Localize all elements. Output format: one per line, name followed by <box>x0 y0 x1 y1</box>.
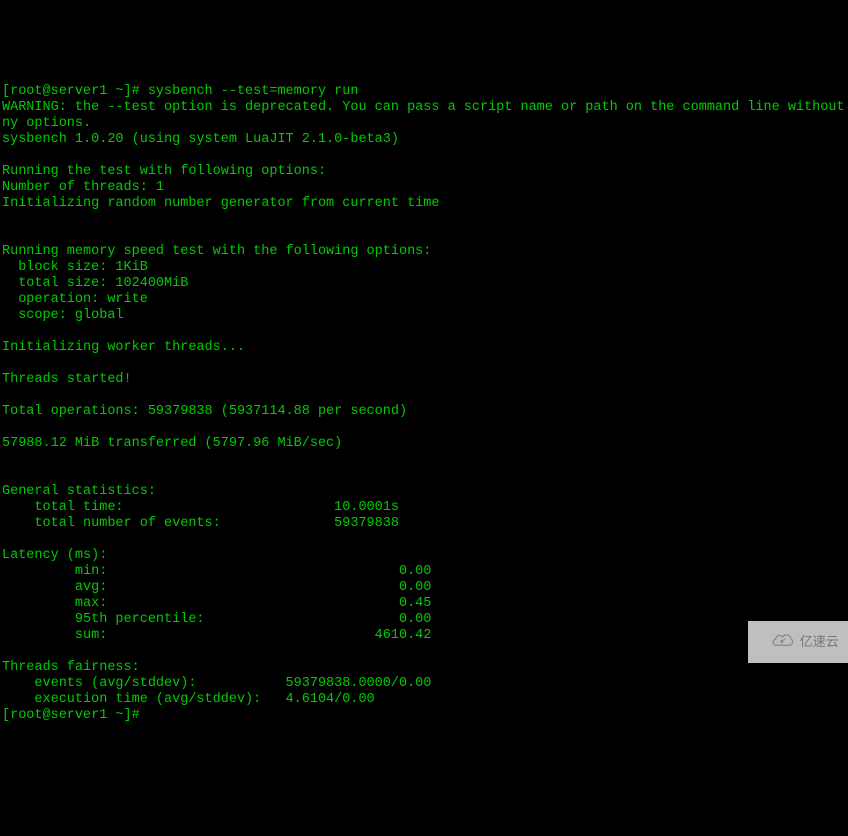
cloud-icon <box>757 615 795 669</box>
prompt-line-idle[interactable]: [root@server1 ~]# <box>2 708 148 723</box>
watermark-badge: 亿速云 <box>748 621 848 663</box>
prompt-line-command: [root@server1 ~]# sysbench --test=memory… <box>2 84 358 99</box>
watermark-text: 亿速云 <box>800 634 839 650</box>
output-body: WARNING: the --test option is deprecated… <box>2 100 846 708</box>
terminal-output[interactable]: [root@server1 ~]# sysbench --test=memory… <box>2 68 846 724</box>
